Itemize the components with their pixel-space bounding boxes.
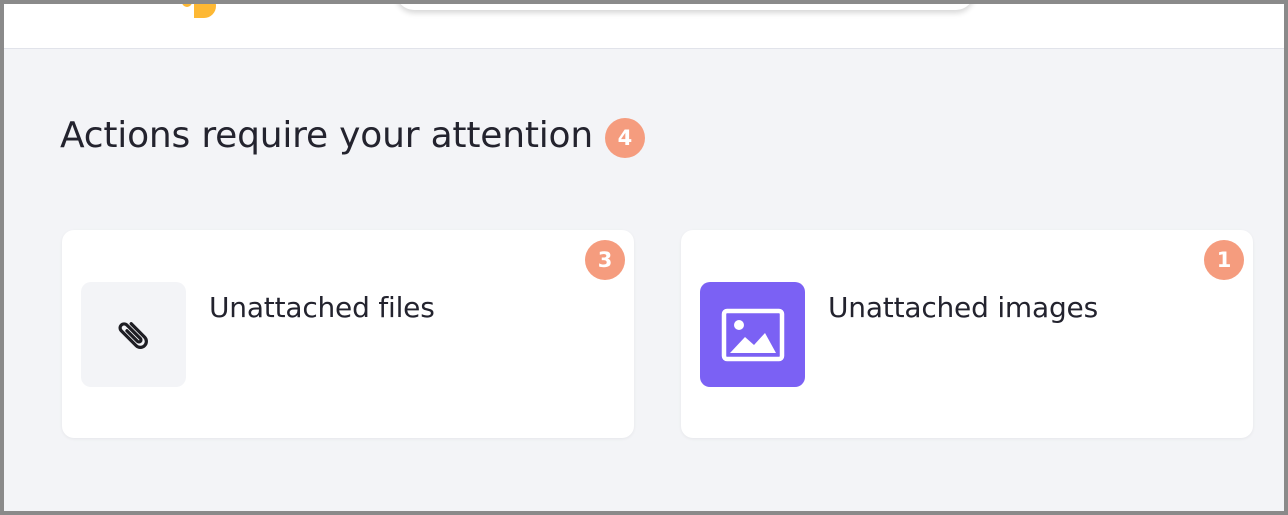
files-count-badge: 3 <box>585 240 625 280</box>
top-bar <box>4 4 1284 49</box>
unattached-files-card[interactable]: 3 Unattached files <box>62 230 634 438</box>
images-icon-tile <box>700 282 805 387</box>
section-title: Actions require your attention <box>60 115 593 156</box>
files-card-title: Unattached files <box>209 291 435 324</box>
logo-mark-icon[interactable] <box>174 0 218 20</box>
search-bar[interactable] <box>396 4 974 10</box>
section-count-badge: 4 <box>604 118 645 158</box>
images-card-title: Unattached images <box>828 291 1098 324</box>
image-icon <box>721 308 784 361</box>
section-heading: Actions require your attention 4 <box>60 112 645 160</box>
files-icon-tile <box>81 282 186 387</box>
unattached-images-card[interactable]: 1 Unattached images <box>681 230 1253 438</box>
page-frame: Actions require your attention 4 3 Unatt… <box>0 0 1288 515</box>
images-count-badge: 1 <box>1204 240 1244 280</box>
paperclip-icon <box>118 321 148 349</box>
